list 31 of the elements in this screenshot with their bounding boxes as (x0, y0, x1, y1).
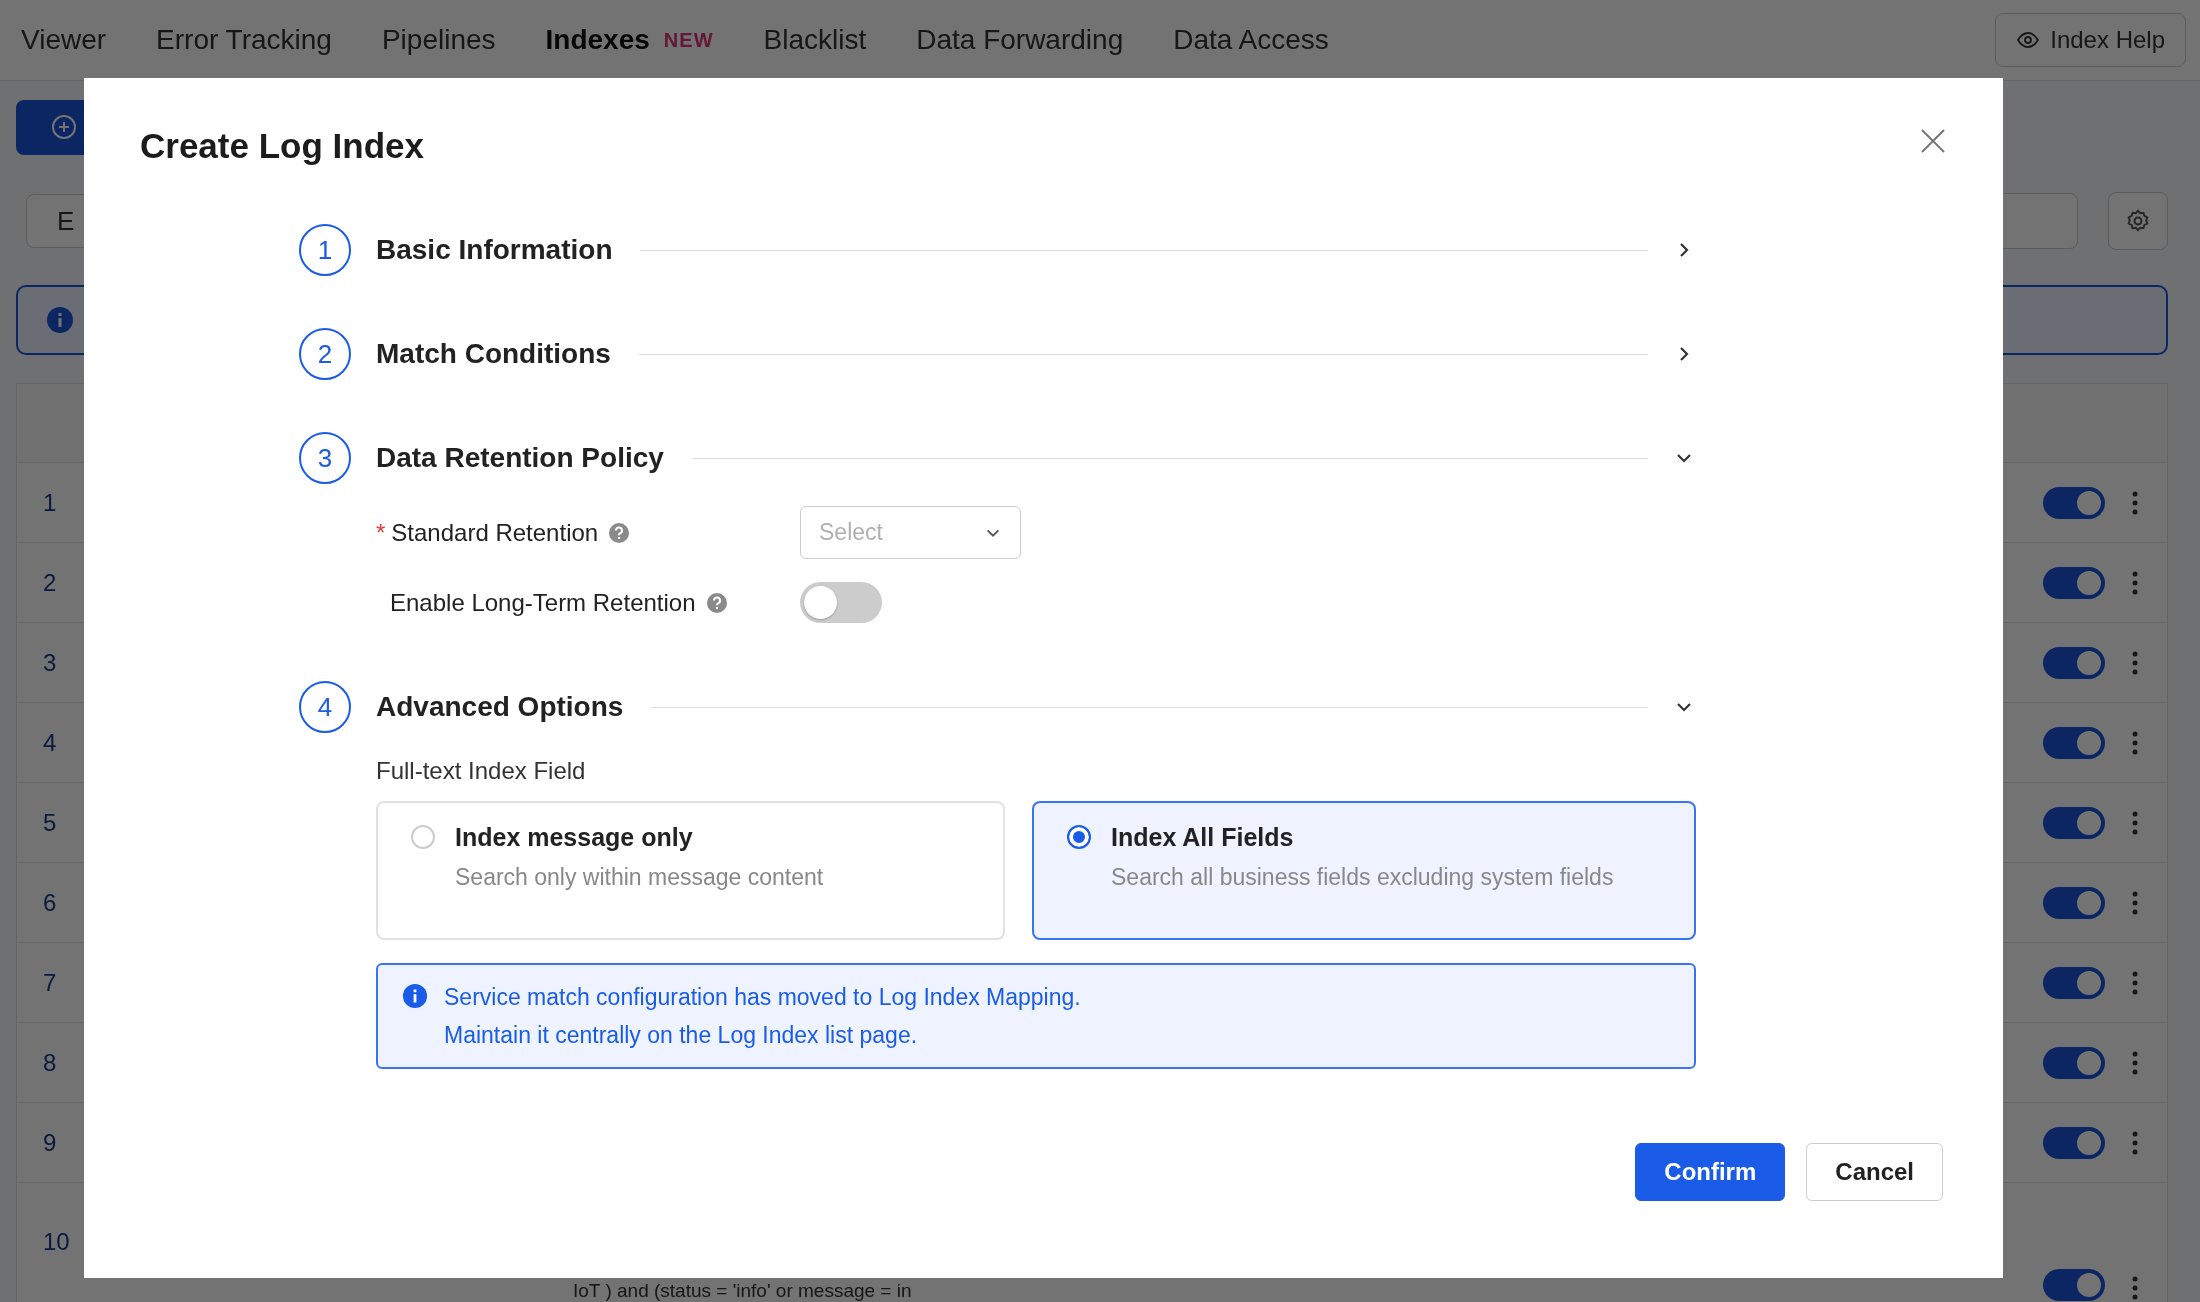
step-title: Advanced Options (376, 691, 624, 723)
option-description: Search only within message content (455, 864, 824, 891)
step-title: Match Conditions (376, 338, 611, 370)
row-number: 3 (43, 648, 58, 677)
query-text: IoT ) and (status = 'info' or message = in (573, 1281, 912, 1301)
option-title: Index All Fields (1111, 823, 1294, 852)
step-number: 3 (299, 432, 351, 484)
field-label: Standard Retention (391, 518, 599, 547)
option-description: Search all business fields excluding system fields (1111, 864, 1614, 891)
row-number: 7 (43, 968, 58, 997)
row-number: 9 (43, 1128, 58, 1157)
required-mark: * (376, 518, 386, 547)
field-label: Full-text Index Field (376, 756, 587, 786)
row-number: 10 (43, 1228, 71, 1256)
row-number: 5 (43, 808, 58, 837)
row-number: 4 (43, 728, 58, 757)
row-number: 6 (43, 888, 58, 917)
option-title: Index message only (455, 823, 693, 852)
field-label: Enable Long-Term Retention (390, 588, 696, 617)
step-number: 4 (299, 681, 351, 733)
step-number: 2 (299, 328, 351, 380)
notice-text: Service match configuration has moved to Log Index Mapping. (444, 983, 1081, 1012)
step-title: Basic Information (376, 234, 613, 266)
row-number: 8 (43, 1048, 58, 1077)
row-number: 1 (43, 488, 58, 517)
step-title: Data Retention Policy (376, 442, 664, 474)
new-label: NEW (663, 28, 714, 52)
dialog-title: Create Log Index (140, 125, 424, 167)
step-number: 1 (299, 224, 351, 276)
row-number: 2 (43, 568, 58, 597)
notice-text: Maintain it centrally on the Log Index list page. (444, 1021, 918, 1050)
